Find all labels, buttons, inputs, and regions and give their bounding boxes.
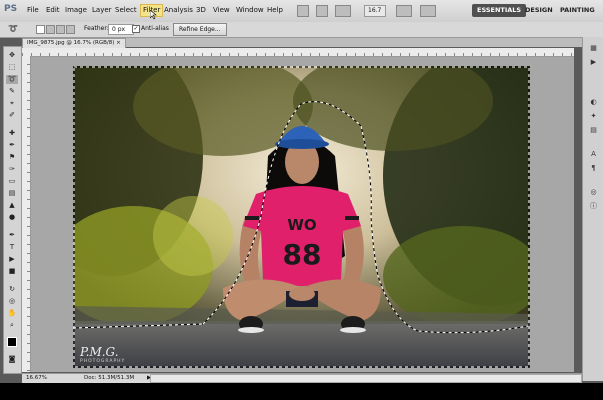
menu-select[interactable]: Select [115, 6, 137, 14]
dodge-tool-icon[interactable]: ● [6, 213, 18, 222]
watermark: P.M.G. [80, 345, 119, 359]
document-size: Doc: 51.3M/51.3M [84, 375, 135, 381]
view-extras-icon[interactable] [335, 5, 351, 17]
navigator-panel-icon[interactable]: ◎ [587, 187, 600, 197]
screen-mode-icon[interactable] [420, 5, 436, 17]
menu-layer[interactable]: Layer [92, 6, 112, 14]
close-icon[interactable]: × [116, 40, 121, 46]
history-panel-icon[interactable]: ▦ [587, 43, 600, 53]
subtract-selection-icon[interactable] [56, 25, 65, 34]
menu-file[interactable]: File [27, 6, 39, 14]
menu-view[interactable]: View [213, 6, 230, 14]
vertical-ruler [22, 56, 31, 372]
shirt-text-top: WO [287, 216, 316, 234]
lasso-tool-icon[interactable]: ➰ [6, 75, 18, 84]
menu-window[interactable]: Window [236, 6, 264, 14]
mini-bridge-icon[interactable] [316, 5, 328, 17]
history-brush-tool-icon[interactable]: ✑ [6, 165, 18, 174]
zoom-tool-icon[interactable]: ⌕ [6, 321, 18, 330]
horizontal-ruler [22, 48, 574, 57]
document-tab-title: IMG_9875.jpg @ 16.7% (RGB/8) [27, 40, 115, 46]
shape-tool-icon[interactable]: ■ [6, 267, 18, 276]
bridge-icon[interactable] [297, 5, 309, 17]
menu-help[interactable]: Help [267, 6, 283, 14]
styles-panel-icon[interactable]: ✦ [587, 111, 600, 121]
menu-3d[interactable]: 3D [196, 6, 206, 14]
menu-analysis[interactable]: Analysis [164, 6, 193, 14]
blur-tool-icon[interactable]: ▲ [6, 201, 18, 210]
document-image[interactable]: WO 88 [73, 66, 530, 368]
clone-stamp-tool-icon[interactable]: ⚑ [6, 153, 18, 162]
document-tab[interactable]: IMG_9875.jpg @ 16.7% (RGB/8) × [22, 38, 126, 48]
move-tool-icon[interactable]: ✥ [6, 51, 18, 60]
workspace-painting[interactable]: PAINTING [555, 4, 600, 17]
panel-dock: ▦ ▶ ◐ ✦ ▤ A ¶ ◎ ⓘ [582, 37, 603, 381]
intersect-selection-icon[interactable] [66, 25, 75, 34]
feather-input[interactable]: 0 px [108, 24, 134, 35]
menu-edit[interactable]: Edit [46, 6, 60, 14]
bottom-band [0, 383, 603, 400]
layers-panel-icon[interactable]: ▤ [587, 125, 600, 135]
new-selection-icon[interactable] [36, 25, 45, 34]
menu-bar: PS File Edit Image Layer Select Filter A… [0, 0, 603, 23]
refine-edge-button[interactable]: Refine Edge... [173, 23, 227, 36]
paragraph-panel-icon[interactable]: ¶ [587, 163, 600, 173]
menu-image[interactable]: Image [65, 6, 87, 14]
eyedropper-tool-icon[interactable]: ✐ [6, 111, 18, 120]
arrange-documents-icon[interactable] [396, 5, 412, 17]
antialias-checkbox[interactable]: ✓ [132, 25, 140, 33]
3d-rotate-tool-icon[interactable]: ↻ [6, 285, 18, 294]
options-bar: ➰ Feather: 0 px ✓ Anti-alias Refine Edge… [0, 22, 603, 38]
brush-tool-icon[interactable]: ✒ [6, 141, 18, 150]
healing-brush-tool-icon[interactable]: ✚ [6, 129, 18, 138]
type-tool-icon[interactable]: T [6, 243, 18, 252]
path-selection-tool-icon[interactable]: ▶ [6, 255, 18, 264]
horizontal-scrollbar[interactable] [150, 374, 582, 383]
photoshop-logo: PS [4, 4, 18, 14]
actions-panel-icon[interactable]: ▶ [587, 57, 600, 67]
foreground-color-swatch[interactable] [7, 337, 17, 347]
feather-label: Feather: [84, 25, 109, 32]
shirt-text-number: 88 [283, 238, 322, 271]
antialias-label: Anti-alias [141, 25, 169, 32]
marquee-tool-icon[interactable]: ⬚ [6, 63, 18, 72]
document-tab-bar: IMG_9875.jpg @ 16.7% (RGB/8) × [22, 38, 582, 48]
zoom-status[interactable]: 16.67% [26, 374, 47, 383]
quick-mask-icon[interactable]: ◙ [6, 355, 18, 364]
character-panel-icon[interactable]: A [587, 149, 600, 159]
add-selection-icon[interactable] [46, 25, 55, 34]
quick-select-tool-icon[interactable]: ✎ [6, 87, 18, 96]
zoom-level-select[interactable]: 16.7 [364, 5, 386, 17]
crop-tool-icon[interactable]: ⌖ [6, 99, 18, 108]
hand-tool-icon[interactable]: ✋ [6, 309, 18, 318]
workspace-design[interactable]: DESIGN [520, 4, 558, 17]
3d-orbit-tool-icon[interactable]: ◎ [6, 297, 18, 306]
gradient-tool-icon[interactable]: ▤ [6, 189, 18, 198]
eraser-tool-icon[interactable]: ▭ [6, 177, 18, 186]
workspace-essentials[interactable]: ESSENTIALS [472, 4, 527, 17]
info-panel-icon[interactable]: ⓘ [587, 201, 600, 211]
lasso-tool-icon[interactable]: ➰ [8, 24, 18, 33]
mouse-cursor-icon [150, 10, 157, 20]
adjustments-panel-icon[interactable]: ◐ [587, 97, 600, 107]
tools-panel: ✥ ⬚ ➰ ✎ ⌖ ✐ ✚ ✒ ⚑ ✑ ▭ ▤ ▲ ● ✒ T ▶ ■ ↻ ◎ … [3, 46, 22, 374]
watermark-subtitle: PHOTOGRAPHY [80, 359, 126, 364]
pen-tool-icon[interactable]: ✒ [6, 231, 18, 240]
